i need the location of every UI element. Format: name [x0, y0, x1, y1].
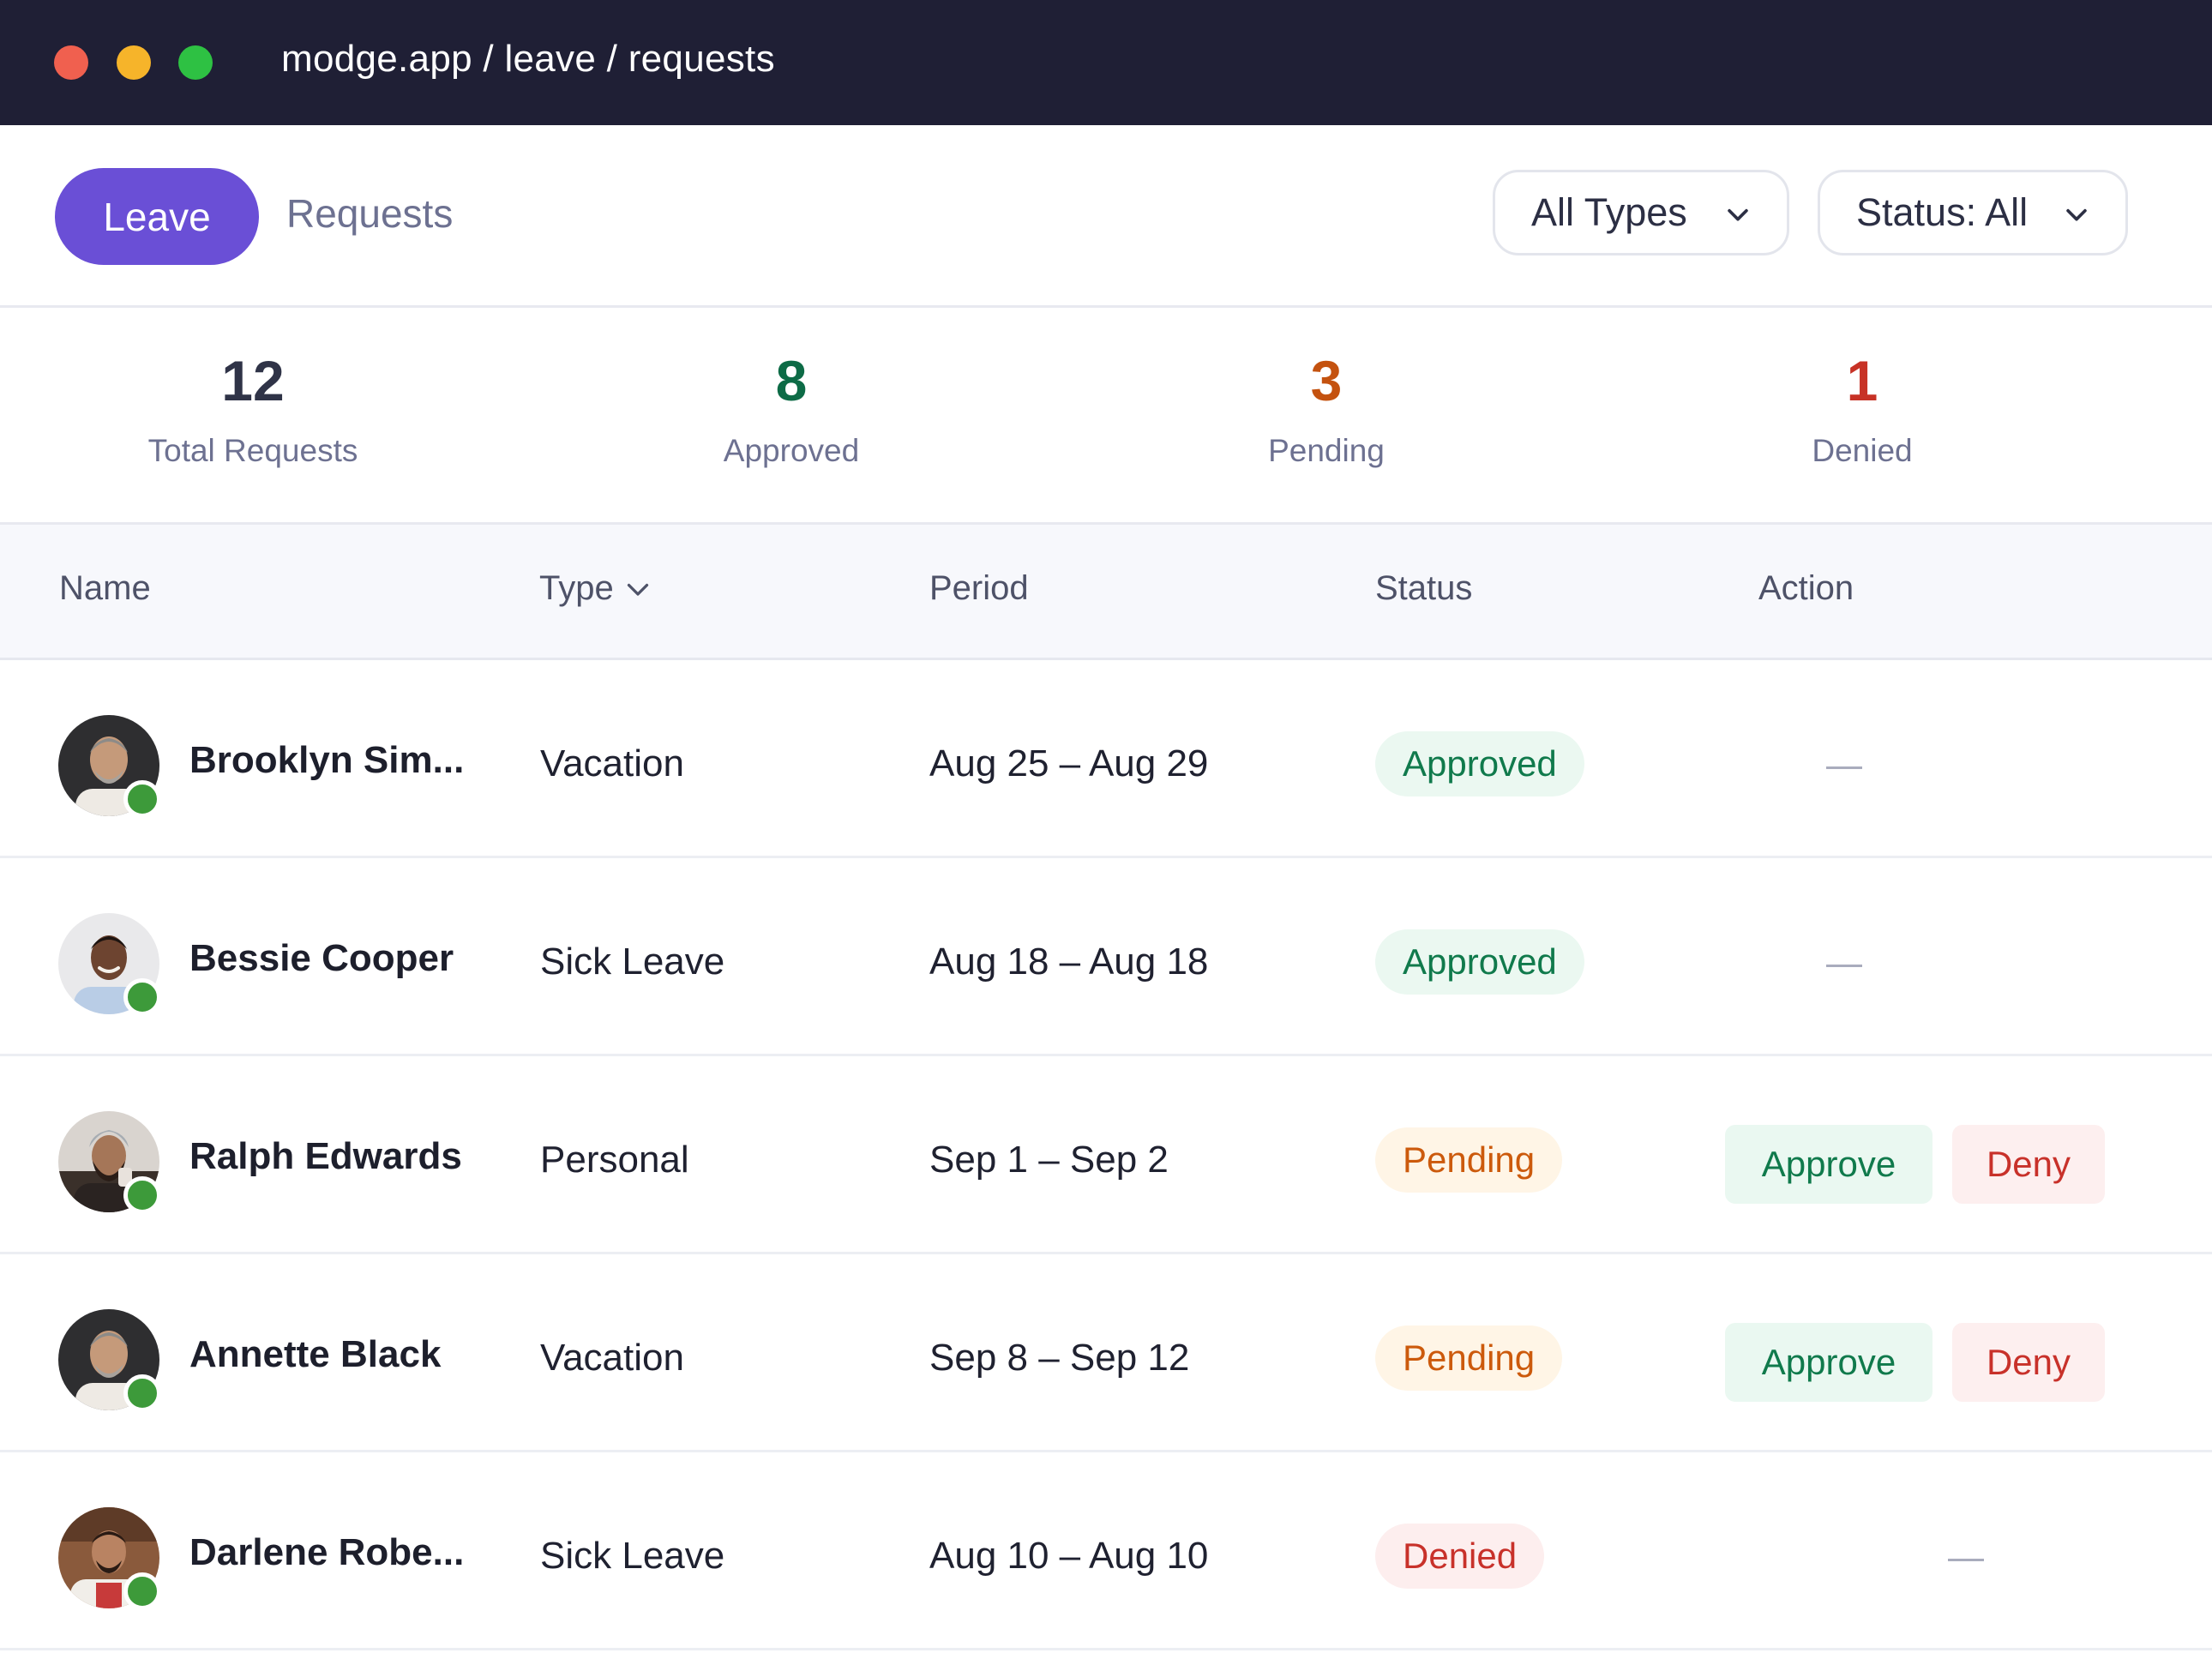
tab-leave[interactable]: Leave	[55, 168, 259, 265]
table-row: Annette Black Vacation Sep 8 – Sep 12 Pe…	[0, 1254, 2212, 1452]
avatar	[58, 913, 161, 1016]
address-breadcrumb: modge.app / leave / requests	[281, 38, 775, 80]
window-maximize-button[interactable]	[178, 45, 213, 80]
deny-button[interactable]: Deny	[1952, 1125, 2105, 1204]
stat-approved: 8 Approved	[611, 352, 971, 469]
leave-type: Vacation	[540, 1337, 684, 1379]
status-badge: Approved	[1375, 731, 1584, 796]
stat-value: 3	[1310, 349, 1343, 412]
avatar	[58, 1507, 161, 1610]
window-titlebar: modge.app / leave / requests	[0, 0, 2212, 125]
column-header-status[interactable]: Status	[1375, 569, 1472, 608]
table-row: Ralph Edwards Personal Sep 1 – Sep 2 Pen…	[0, 1056, 2212, 1254]
table-row: Darlene Robe... Sick Leave Aug 10 – Aug …	[0, 1452, 2212, 1650]
avatar	[58, 1111, 161, 1214]
employee-name[interactable]: Brooklyn Sim...	[189, 739, 464, 782]
avatar	[58, 1309, 161, 1412]
table-row: Brooklyn Sim... Vacation Aug 25 – Aug 29…	[0, 660, 2212, 858]
stat-total-requests: 12 Total Requests	[73, 352, 433, 469]
status-badge: Pending	[1375, 1127, 1563, 1193]
stat-label: Approved	[723, 433, 860, 468]
deny-button[interactable]: Deny	[1952, 1323, 2105, 1402]
online-status-dot	[123, 780, 161, 818]
type-filter-select[interactable]: All Types	[1493, 170, 1789, 255]
approve-button[interactable]: Approve	[1725, 1323, 1932, 1402]
status-badge: Denied	[1375, 1524, 1545, 1589]
employee-name[interactable]: Annette Black	[189, 1333, 441, 1376]
leave-type: Vacation	[540, 742, 684, 784]
window-close-button[interactable]	[54, 45, 88, 80]
page-toolbar: Leave Requests All Types Status: All	[0, 125, 2212, 308]
no-action-dash	[1826, 766, 1862, 769]
summary-stats: 12 Total Requests 8 Approved 3 Pending 1…	[0, 308, 2212, 525]
column-header-name[interactable]: Name	[59, 569, 151, 608]
stat-label: Pending	[1268, 433, 1385, 468]
employee-name[interactable]: Darlene Robe...	[189, 1531, 464, 1574]
status-badge: Pending	[1375, 1325, 1563, 1391]
approve-button[interactable]: Approve	[1725, 1125, 1932, 1204]
column-header-action: Action	[1758, 569, 1854, 607]
leave-period: Aug 10 – Aug 10	[929, 1535, 1209, 1577]
column-header-type[interactable]: Type	[539, 569, 653, 608]
table-row: Bessie Cooper Sick Leave Aug 18 – Aug 18…	[0, 858, 2212, 1056]
online-status-dot	[123, 1374, 161, 1412]
window-minimize-button[interactable]	[117, 45, 151, 80]
stat-value: 12	[221, 349, 285, 412]
leave-period: Sep 1 – Sep 2	[929, 1139, 1169, 1181]
status-badge: Approved	[1375, 929, 1584, 995]
stat-pending: 3 Pending	[1146, 352, 1506, 469]
column-header-period[interactable]: Period	[929, 569, 1029, 608]
stat-value: 8	[775, 349, 808, 412]
column-header-type-label: Type	[539, 569, 614, 607]
chevron-down-icon	[2066, 208, 2087, 221]
stat-label: Total Requests	[147, 433, 358, 468]
stat-denied: 1 Denied	[1682, 352, 2042, 469]
no-action-dash	[1826, 965, 1862, 967]
online-status-dot	[123, 1572, 161, 1610]
type-filter-value: All Types	[1531, 190, 1687, 234]
employee-name[interactable]: Bessie Cooper	[189, 937, 454, 980]
leave-type: Sick Leave	[540, 941, 725, 983]
tab-requests[interactable]: Requests	[286, 190, 453, 237]
status-filter-select[interactable]: Status: All	[1818, 170, 2128, 255]
online-status-dot	[123, 978, 161, 1016]
status-filter-value: Status: All	[1856, 190, 2029, 234]
avatar	[58, 715, 161, 818]
online-status-dot	[123, 1176, 161, 1214]
stat-value: 1	[1846, 349, 1878, 412]
leave-type: Personal	[540, 1139, 689, 1181]
leave-period: Aug 18 – Aug 18	[929, 941, 1209, 983]
no-action-dash	[1948, 1559, 1984, 1561]
leave-type: Sick Leave	[540, 1535, 725, 1577]
leave-period: Sep 8 – Sep 12	[929, 1337, 1190, 1379]
employee-name[interactable]: Ralph Edwards	[189, 1135, 462, 1178]
leave-period: Aug 25 – Aug 29	[929, 742, 1209, 784]
chevron-down-icon	[627, 583, 648, 596]
stat-label: Denied	[1812, 433, 1913, 468]
chevron-down-icon	[1728, 208, 1748, 221]
table-header: Name Type Period Status Action	[0, 525, 2212, 660]
